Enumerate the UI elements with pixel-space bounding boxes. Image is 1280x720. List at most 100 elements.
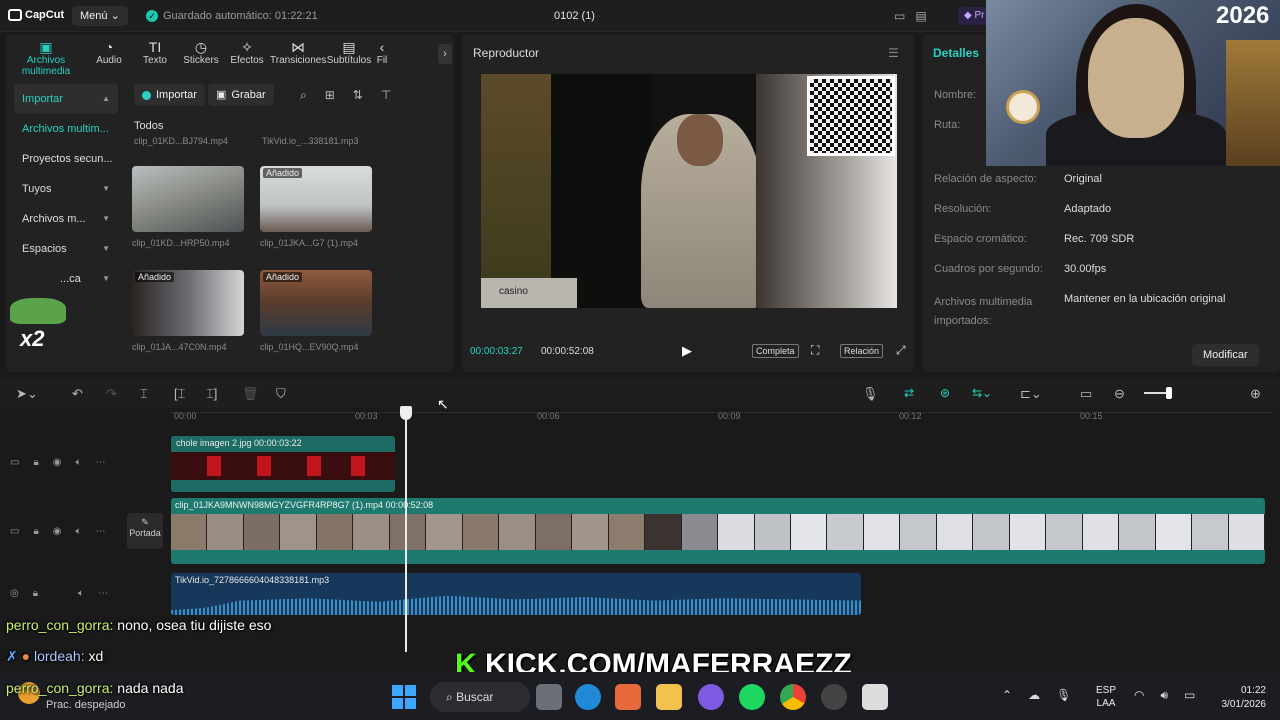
microphone-icon[interactable]: 🎙 [1056,688,1071,702]
full-button[interactable]: Completa [752,344,799,358]
more-icon[interactable]: ⋯ [96,526,106,537]
tool-text[interactable]: TI Texto [132,34,178,72]
battery-icon[interactable]: ▭ [1184,688,1195,703]
field-label: Resolución: [934,203,992,215]
capcut-taskbar-icon[interactable] [862,684,888,710]
tool-label: Fil [376,55,388,66]
file-explorer-icon[interactable] [656,684,682,710]
volume-icon[interactable]: 🔊︎ [1160,688,1168,703]
media-clip[interactable]: clip_01KD...HRP50.mp4 [132,166,244,248]
menu-icon[interactable]: ☰ [888,46,899,60]
chevron-up-icon[interactable]: ⌃ [1002,688,1012,702]
speaker-icon[interactable]: 🔈︎ [76,457,82,468]
audio-clip[interactable]: TikVid.io_7278666604048338181.mp3 [171,573,861,615]
grid-icon[interactable]: ⊞ [325,88,335,103]
tool-stickers[interactable]: ◷ Stickers [178,34,224,72]
microphone-icon[interactable]: 🎙 [862,386,879,402]
record-button[interactable]: ▣ Grabar [208,84,274,106]
language-indicator[interactable]: ESP LAA [1096,684,1116,710]
shield-icon[interactable]: ⛉ [276,386,286,402]
filter-icon[interactable]: ⊤ [381,88,391,103]
tab-details[interactable]: Detalles [933,46,979,60]
zoom-out-icon[interactable]: ⊖ [1114,386,1125,402]
media-clip[interactable]: Añadido clip_01JA...47C0N.mp4 [132,270,244,352]
chrome-icon[interactable] [780,684,806,710]
film-frame [280,514,317,550]
layout-icon[interactable]: ▭ [894,9,905,23]
preview-axis-icon[interactable]: ⊏⌄ [1020,386,1042,402]
sword-icon: ✗ [6,648,18,664]
playhead[interactable] [405,408,407,652]
more-icon[interactable]: ⋯ [96,457,106,468]
eye-icon[interactable]: ◉ [53,526,62,537]
select-tool-icon[interactable]: ➤⌄ [16,386,38,402]
store-icon[interactable] [615,684,641,710]
linkage-icon[interactable]: ⇆⌄ [972,386,992,400]
video-preview[interactable]: casino [481,74,897,308]
playhead-handle[interactable] [400,406,412,420]
modify-button[interactable]: Modificar [1192,344,1259,366]
tool-subtitles[interactable]: ▤ Subtítulos [326,34,372,72]
tool-filters[interactable]: ‹ Fil [372,34,392,72]
sidebar-item-biblioteca[interactable]: ...ca ▼ [14,264,118,294]
media-clip[interactable]: Añadido clip_01JKA...G7 (1).mp4 [260,166,372,248]
edge-icon[interactable] [575,684,601,710]
sidebar-item-archivos-m[interactable]: Archivos m... ▼ [14,204,118,234]
sidebar-item-archivos[interactable]: Archivos multim... [14,114,118,144]
sidebar-item-proyectos[interactable]: Proyectos secun... [14,144,118,174]
menu-button[interactable]: Menú ⌄ [72,6,128,26]
ratio-button[interactable]: Relación [840,344,884,358]
wifi-icon[interactable]: ◠ [1134,688,1144,703]
sort-icon[interactable]: ⇅ [353,88,363,103]
image-clip[interactable]: chole imagen 2.jpg 00:00:03:22 [171,436,395,492]
video-clip[interactable]: clip_01JKA9MNWN98MGYZVGFR4RP8G7 (1).mp4 … [171,498,1265,564]
trim-left-icon[interactable]: [⌶ [174,386,185,402]
fullscreen-icon[interactable]: ⤢ [896,343,906,358]
sidebar-item-espacios[interactable]: Espacios ▼ [14,234,118,264]
undo-icon[interactable]: ↶ [72,386,83,402]
chevron-right-icon[interactable]: › [438,44,452,64]
auto-snap-icon[interactable]: ⊛ [940,386,950,400]
speaker-icon[interactable]: 🔈︎ [78,588,84,599]
cover-button[interactable]: ✎ Portada [127,513,163,549]
trim-right-icon[interactable]: ⌶] [206,386,217,402]
lock-icon[interactable]: 🔒︎ [33,526,38,537]
spotify-icon[interactable] [739,684,765,710]
sidebar-item-tuyos[interactable]: Tuyos ▼ [14,174,118,204]
cloud-icon[interactable]: ☁ [1028,688,1040,702]
sidebar-item-importar[interactable]: Importar ▲ [14,84,118,114]
discord-icon[interactable] [698,684,724,710]
play-icon[interactable]: ▶ [682,343,692,359]
film-frame [499,514,536,550]
split-icon[interactable]: ⌶ [140,386,148,402]
zoom-slider-handle[interactable] [1166,387,1172,399]
delete-icon[interactable]: 🗑 [242,386,259,402]
obs-icon[interactable] [821,684,847,710]
tool-audio[interactable]: ◔ Audio [86,34,132,72]
windows-start-icon[interactable] [392,685,416,709]
taskbar-search[interactable]: ⌕ Buscar [430,682,530,712]
search-icon[interactable]: ⌕ [300,88,307,103]
redo-icon[interactable]: ↷ [106,386,117,402]
lock-icon[interactable]: 🔒︎ [33,588,38,599]
eye-icon[interactable]: ◉ [53,457,62,468]
clip-caption: clip_01JKA...G7 (1).mp4 [260,238,359,248]
panel-icon[interactable]: ▤ [915,9,926,23]
taskbar-clock[interactable]: 01:22 3/01/2026 [1206,684,1267,712]
timeline-ruler[interactable]: 00:00 00:03 00:06 00:09 00:12 00:15 [0,408,1280,430]
crop-icon[interactable]: ⛶ [811,343,819,358]
more-icon[interactable]: ⋯ [98,588,108,599]
media-clip[interactable]: Añadido clip_01HQ...EV90Q.mp4 [260,270,372,352]
import-button[interactable]: Importar [134,84,205,106]
link-clips-icon[interactable]: ⇄ [904,386,914,400]
caption-icon[interactable]: ▭ [1080,386,1092,402]
tool-effects[interactable]: ✧ Efectos [224,34,270,72]
speaker-icon[interactable]: 🔈︎ [76,526,82,537]
sidebar-label: Espacios [22,243,67,255]
lock-icon[interactable]: 🔒︎ [33,457,38,468]
sidebar-label: Tuyos [22,183,52,195]
zoom-in-icon[interactable]: ⊕ [1250,386,1261,402]
tool-media[interactable]: ▣ Archivos multimedia [6,34,86,77]
tool-transitions[interactable]: ⋈ Transiciones [270,34,326,72]
task-view-icon[interactable] [536,684,562,710]
